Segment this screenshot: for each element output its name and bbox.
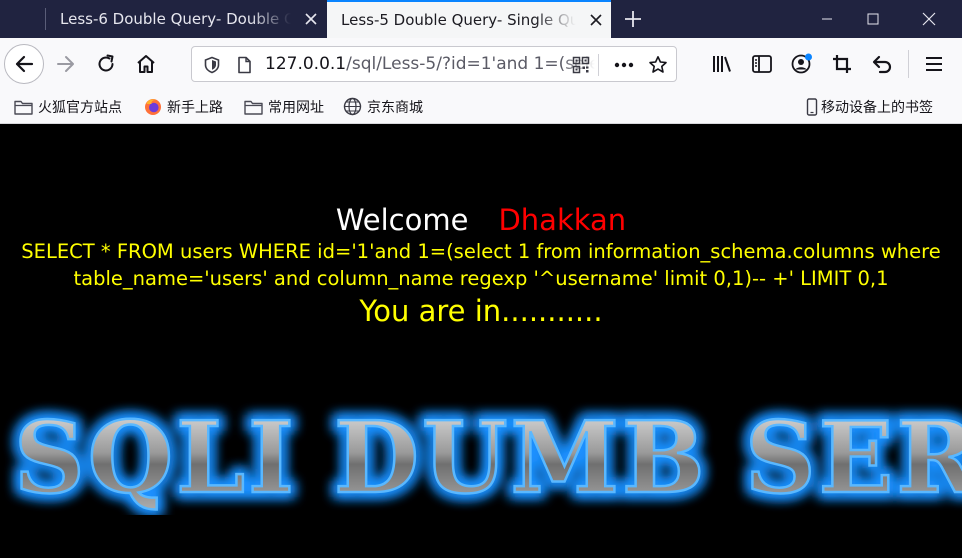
crop-icon	[833, 55, 851, 73]
library-icon	[713, 56, 731, 72]
welcome-line: Welcome Dhakkan	[0, 202, 962, 238]
tab-title: Less-6 Double Query- Double Quotes- Stri…	[60, 10, 296, 28]
account-button[interactable]	[782, 44, 822, 84]
navigation-toolbar: 127.0.0.1/sql/Less-5/?id=1'and 1=(select…	[0, 38, 962, 90]
account-icon	[791, 53, 812, 74]
url-divider	[598, 54, 599, 76]
folder-icon	[244, 99, 263, 115]
page-content: Welcome Dhakkan SELECT * FROM users WHERE…	[0, 125, 962, 558]
qr-code-icon[interactable]	[568, 52, 594, 78]
bookmark-item[interactable]: 京东商城	[343, 90, 423, 123]
title-bar: Less-6 Double Query- Double Quotes- Stri…	[0, 0, 962, 38]
minimize-icon	[822, 18, 832, 20]
library-button[interactable]	[702, 44, 742, 84]
maximize-icon	[867, 13, 879, 25]
close-icon	[922, 12, 936, 26]
home-icon	[137, 55, 155, 73]
tracking-shield-icon[interactable]	[199, 52, 225, 78]
close-window-button[interactable]	[906, 0, 952, 38]
banner-text: SQLI DUMB SERIES	[14, 401, 962, 515]
url-host: 127.0.0.1	[265, 54, 347, 74]
back-arrow-icon	[15, 55, 34, 73]
home-button[interactable]	[126, 44, 166, 84]
screenshot-button[interactable]	[822, 44, 862, 84]
forward-arrow-icon	[57, 56, 74, 72]
bookmark-label: 火狐官方站点	[38, 99, 122, 116]
reload-button[interactable]	[86, 44, 126, 84]
new-tab-button[interactable]	[618, 4, 648, 34]
bookmark-label: 移动设备上的书签	[821, 99, 933, 116]
page-info-icon[interactable]	[231, 52, 257, 78]
maximize-button[interactable]	[850, 0, 896, 38]
close-tab-icon[interactable]	[581, 1, 611, 39]
sidebar-button[interactable]	[742, 44, 782, 84]
bookmark-item[interactable]: 常用网址	[244, 90, 324, 123]
tab-less-5[interactable]: Less-5 Double Query- Single Quotes- Stri…	[327, 0, 611, 38]
bookmark-label: 常用网址	[268, 99, 324, 116]
hamburger-menu-icon	[926, 57, 942, 71]
url-text[interactable]: 127.0.0.1/sql/Less-5/?id=1'and 1=(select…	[265, 47, 595, 81]
bookmark-item[interactable]: 新手上路	[144, 90, 223, 123]
reload-icon	[98, 54, 114, 72]
address-bar[interactable]: 127.0.0.1/sql/Less-5/?id=1'and 1=(select…	[191, 46, 677, 82]
bookmark-label: 京东商城	[367, 99, 423, 116]
tab-title: Less-5 Double Query- Single Quotes- Stri…	[341, 11, 581, 29]
sidebar-icon	[752, 55, 772, 73]
back-button[interactable]	[4, 44, 44, 84]
menu-button[interactable]	[914, 44, 954, 84]
mobile-bookmarks-item[interactable]: 移动设备上的书签	[806, 90, 933, 123]
bookmark-star-icon[interactable]	[645, 52, 671, 78]
bookmark-item[interactable]: 火狐官方站点	[14, 90, 122, 123]
undo-arrow-icon	[872, 55, 892, 74]
toolbar-separator	[908, 50, 909, 78]
close-tab-icon[interactable]	[296, 0, 326, 38]
globe-icon	[343, 97, 362, 116]
tab-less-6[interactable]: Less-6 Double Query- Double Quotes- Stri…	[46, 0, 326, 38]
forward-button[interactable]	[46, 44, 86, 84]
sql-query-text: SELECT * FROM users WHERE id='1'and 1=(s…	[21, 240, 941, 290]
plus-icon	[625, 11, 641, 27]
page-actions-icon[interactable]	[611, 52, 637, 78]
login-status-message: You are in...........	[359, 294, 603, 328]
url-path: /sql/Less-5/?id=1'and 1=(select 1 from i…	[346, 54, 595, 74]
bookmark-label: 新手上路	[167, 99, 223, 116]
user-name: Dhakkan	[498, 203, 627, 237]
welcome-text: Welcome	[335, 203, 469, 237]
folder-icon	[14, 99, 33, 115]
mobile-device-icon	[806, 97, 818, 116]
undo-button[interactable]	[862, 44, 902, 84]
bookmarks-toolbar: 火狐官方站点 新手上路 常用网址 京东商城 移动设备上的书签	[0, 90, 962, 124]
firefox-icon	[144, 98, 162, 116]
sqli-dumb-series-banner: SQLI DUMB SERIES SQLI DUMB SERIES	[9, 396, 962, 515]
minimize-button[interactable]	[804, 0, 850, 38]
